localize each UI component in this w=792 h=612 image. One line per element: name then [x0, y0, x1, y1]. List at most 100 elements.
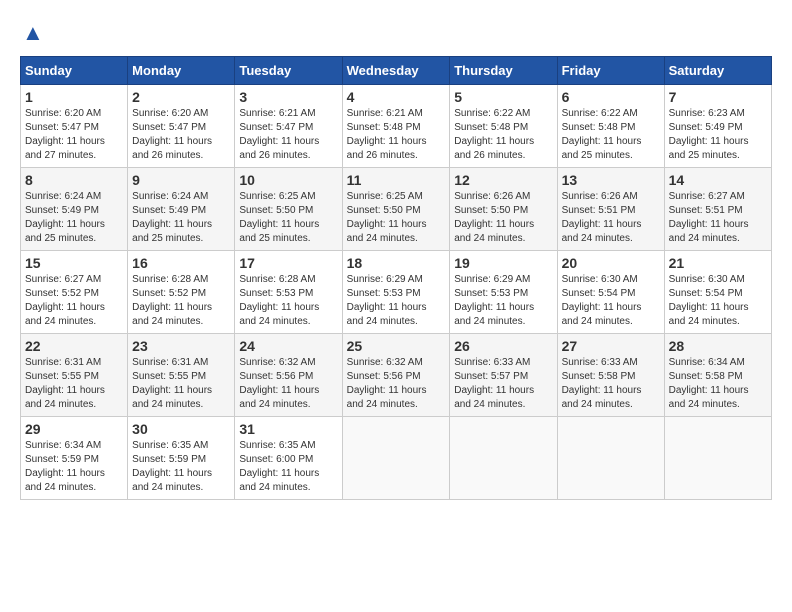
- day-info: Sunrise: 6:25 AM Sunset: 5:50 PM Dayligh…: [239, 190, 337, 246]
- calendar-cell: 16 Sunrise: 6:28 AM Sunset: 5:52 PM Dayli…: [128, 251, 235, 334]
- day-info: Sunrise: 6:21 AM Sunset: 5:47 PM Dayligh…: [239, 107, 337, 163]
- calendar-cell: 4Sunrise: 6:21 AM Sunset: 5:48 PM Daylig…: [342, 85, 450, 168]
- calendar-table: SundayMondayTuesdayWednesdayThursdayFrid…: [20, 56, 772, 500]
- calendar-cell: 29Sunrise: 6:34 AM Sunset: 5:59 PM Dayli…: [21, 417, 128, 500]
- calendar-week-2: 8 Sunrise: 6:24 AM Sunset: 5:49 PM Daylig…: [21, 168, 772, 251]
- calendar-cell: 1 Sunrise: 6:20 AM Sunset: 5:47 PM Daylig…: [21, 85, 128, 168]
- calendar-cell: 20 Sunrise: 6:30 AM Sunset: 5:54 PM Dayli…: [557, 251, 664, 334]
- day-info: Sunrise: 6:30 AM Sunset: 5:54 PM Dayligh…: [669, 273, 767, 329]
- day-info: Sunrise: 6:33 AM Sunset: 5:57 PM Dayligh…: [454, 356, 552, 412]
- day-number: 23: [132, 338, 230, 354]
- calendar-cell: 7Sunrise: 6:23 AM Sunset: 5:49 PM Daylig…: [664, 85, 771, 168]
- calendar-header-friday: Friday: [557, 57, 664, 85]
- calendar-body: 1 Sunrise: 6:20 AM Sunset: 5:47 PM Daylig…: [21, 85, 772, 500]
- day-info: Sunrise: 6:22 AM Sunset: 5:48 PM Dayligh…: [562, 107, 660, 163]
- day-info: Sunrise: 6:35 AM Sunset: 6:00 PM Dayligh…: [239, 439, 337, 495]
- day-number: 30: [132, 421, 230, 437]
- day-info: Sunrise: 6:26 AM Sunset: 5:51 PM Dayligh…: [562, 190, 660, 246]
- calendar-cell: 8 Sunrise: 6:24 AM Sunset: 5:49 PM Daylig…: [21, 168, 128, 251]
- day-number: 16: [132, 255, 230, 271]
- day-info: Sunrise: 6:31 AM Sunset: 5:55 PM Dayligh…: [132, 356, 230, 412]
- calendar-cell: 28 Sunrise: 6:34 AM Sunset: 5:58 PM Dayli…: [664, 334, 771, 417]
- calendar-cell: 3Sunrise: 6:21 AM Sunset: 5:47 PM Daylig…: [235, 85, 342, 168]
- day-number: 9: [132, 172, 230, 188]
- calendar-header-monday: Monday: [128, 57, 235, 85]
- day-number: 21: [669, 255, 767, 271]
- calendar-cell: 18 Sunrise: 6:29 AM Sunset: 5:53 PM Dayli…: [342, 251, 450, 334]
- day-info: Sunrise: 6:20 AM Sunset: 5:47 PM Dayligh…: [132, 107, 230, 163]
- calendar-cell: 5 Sunrise: 6:22 AM Sunset: 5:48 PM Daylig…: [450, 85, 557, 168]
- day-info: Sunrise: 6:24 AM Sunset: 5:49 PM Dayligh…: [25, 190, 123, 246]
- day-info: Sunrise: 6:23 AM Sunset: 5:49 PM Dayligh…: [669, 107, 767, 163]
- calendar-header-saturday: Saturday: [664, 57, 771, 85]
- calendar-header-sunday: Sunday: [21, 57, 128, 85]
- calendar-week-4: 22Sunrise: 6:31 AM Sunset: 5:55 PM Dayli…: [21, 334, 772, 417]
- day-info: Sunrise: 6:20 AM Sunset: 5:47 PM Dayligh…: [25, 107, 123, 163]
- day-number: 26: [454, 338, 552, 354]
- calendar-cell: 26 Sunrise: 6:33 AM Sunset: 5:57 PM Dayli…: [450, 334, 557, 417]
- day-number: 28: [669, 338, 767, 354]
- day-info: Sunrise: 6:27 AM Sunset: 5:51 PM Dayligh…: [669, 190, 767, 246]
- day-number: 12: [454, 172, 552, 188]
- calendar-cell: 10Sunrise: 6:25 AM Sunset: 5:50 PM Dayli…: [235, 168, 342, 251]
- calendar-cell: 15 Sunrise: 6:27 AM Sunset: 5:52 PM Dayli…: [21, 251, 128, 334]
- calendar-cell: 6 Sunrise: 6:22 AM Sunset: 5:48 PM Daylig…: [557, 85, 664, 168]
- day-info: Sunrise: 6:31 AM Sunset: 5:55 PM Dayligh…: [25, 356, 123, 412]
- calendar-week-3: 15 Sunrise: 6:27 AM Sunset: 5:52 PM Dayli…: [21, 251, 772, 334]
- calendar-cell: 2 Sunrise: 6:20 AM Sunset: 5:47 PM Daylig…: [128, 85, 235, 168]
- day-number: 6: [562, 89, 660, 105]
- day-info: Sunrise: 6:21 AM Sunset: 5:48 PM Dayligh…: [347, 107, 446, 163]
- day-info: Sunrise: 6:28 AM Sunset: 5:52 PM Dayligh…: [132, 273, 230, 329]
- calendar-cell: 13 Sunrise: 6:26 AM Sunset: 5:51 PM Dayli…: [557, 168, 664, 251]
- day-number: 2: [132, 89, 230, 105]
- day-number: 31: [239, 421, 337, 437]
- day-info: Sunrise: 6:27 AM Sunset: 5:52 PM Dayligh…: [25, 273, 123, 329]
- day-info: Sunrise: 6:29 AM Sunset: 5:53 PM Dayligh…: [454, 273, 552, 329]
- day-info: Sunrise: 6:29 AM Sunset: 5:53 PM Dayligh…: [347, 273, 446, 329]
- calendar-cell: 21 Sunrise: 6:30 AM Sunset: 5:54 PM Dayli…: [664, 251, 771, 334]
- day-number: 19: [454, 255, 552, 271]
- day-number: 15: [25, 255, 123, 271]
- calendar-cell: [664, 417, 771, 500]
- day-number: 24: [239, 338, 337, 354]
- day-number: 20: [562, 255, 660, 271]
- day-number: 8: [25, 172, 123, 188]
- day-number: 14: [669, 172, 767, 188]
- day-number: 27: [562, 338, 660, 354]
- day-info: Sunrise: 6:34 AM Sunset: 5:58 PM Dayligh…: [669, 356, 767, 412]
- calendar-cell: 24 Sunrise: 6:32 AM Sunset: 5:56 PM Dayli…: [235, 334, 342, 417]
- logo-bird-icon: ▲: [22, 20, 44, 46]
- day-number: 13: [562, 172, 660, 188]
- day-info: Sunrise: 6:32 AM Sunset: 5:56 PM Dayligh…: [239, 356, 337, 412]
- day-info: Sunrise: 6:33 AM Sunset: 5:58 PM Dayligh…: [562, 356, 660, 412]
- calendar-cell: 25Sunrise: 6:32 AM Sunset: 5:56 PM Dayli…: [342, 334, 450, 417]
- day-info: Sunrise: 6:30 AM Sunset: 5:54 PM Dayligh…: [562, 273, 660, 329]
- day-number: 11: [347, 172, 446, 188]
- day-info: Sunrise: 6:34 AM Sunset: 5:59 PM Dayligh…: [25, 439, 123, 495]
- day-number: 5: [454, 89, 552, 105]
- calendar-cell: 9 Sunrise: 6:24 AM Sunset: 5:49 PM Daylig…: [128, 168, 235, 251]
- calendar-cell: 22Sunrise: 6:31 AM Sunset: 5:55 PM Dayli…: [21, 334, 128, 417]
- calendar-week-5: 29Sunrise: 6:34 AM Sunset: 5:59 PM Dayli…: [21, 417, 772, 500]
- header: ▲: [20, 20, 772, 46]
- calendar-cell: 19 Sunrise: 6:29 AM Sunset: 5:53 PM Dayli…: [450, 251, 557, 334]
- calendar-cell: 31 Sunrise: 6:35 AM Sunset: 6:00 PM Dayli…: [235, 417, 342, 500]
- day-info: Sunrise: 6:22 AM Sunset: 5:48 PM Dayligh…: [454, 107, 552, 163]
- calendar-header-wednesday: Wednesday: [342, 57, 450, 85]
- day-number: 18: [347, 255, 446, 271]
- calendar-cell: 30Sunrise: 6:35 AM Sunset: 5:59 PM Dayli…: [128, 417, 235, 500]
- day-info: Sunrise: 6:28 AM Sunset: 5:53 PM Dayligh…: [239, 273, 337, 329]
- day-info: Sunrise: 6:25 AM Sunset: 5:50 PM Dayligh…: [347, 190, 446, 246]
- day-number: 1: [25, 89, 123, 105]
- calendar-cell: 27 Sunrise: 6:33 AM Sunset: 5:58 PM Dayli…: [557, 334, 664, 417]
- calendar-cell: [450, 417, 557, 500]
- day-number: 17: [239, 255, 337, 271]
- logo: ▲: [20, 20, 44, 46]
- calendar-week-1: 1 Sunrise: 6:20 AM Sunset: 5:47 PM Daylig…: [21, 85, 772, 168]
- calendar-header-thursday: Thursday: [450, 57, 557, 85]
- calendar-header-row: SundayMondayTuesdayWednesdayThursdayFrid…: [21, 57, 772, 85]
- day-info: Sunrise: 6:24 AM Sunset: 5:49 PM Dayligh…: [132, 190, 230, 246]
- calendar-cell: 17 Sunrise: 6:28 AM Sunset: 5:53 PM Dayli…: [235, 251, 342, 334]
- day-number: 25: [347, 338, 446, 354]
- calendar-cell: 23 Sunrise: 6:31 AM Sunset: 5:55 PM Dayli…: [128, 334, 235, 417]
